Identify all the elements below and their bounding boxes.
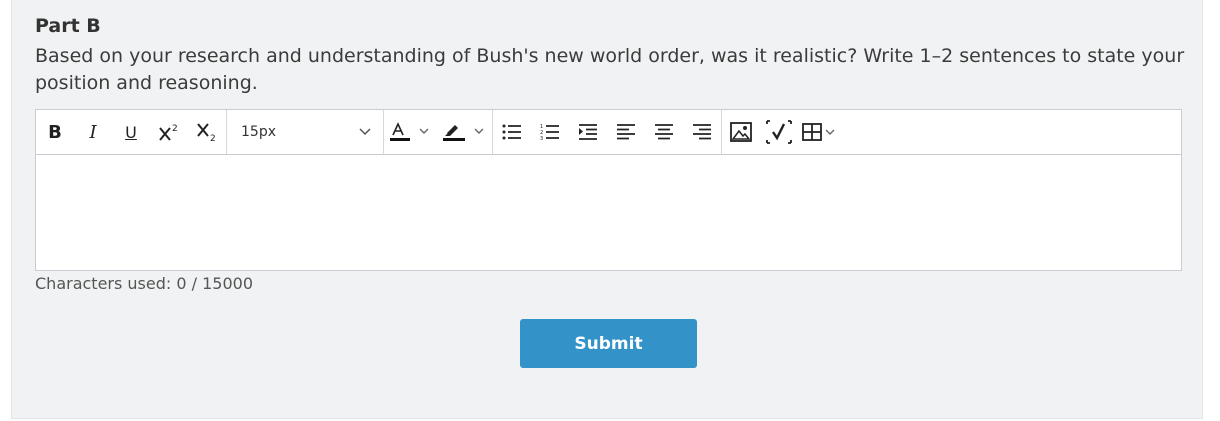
bold-icon: B bbox=[48, 121, 62, 143]
insert-table-button[interactable] bbox=[798, 110, 846, 154]
equation-icon bbox=[766, 120, 792, 144]
text-color-button[interactable] bbox=[384, 110, 436, 154]
svg-text:2: 2 bbox=[172, 124, 178, 134]
bullet-list-icon bbox=[502, 124, 521, 140]
align-right-button[interactable] bbox=[683, 110, 721, 154]
indent-button[interactable] bbox=[569, 110, 607, 154]
list-align-group: 1 2 3 bbox=[493, 110, 722, 154]
align-center-button[interactable] bbox=[645, 110, 683, 154]
part-title: Part B bbox=[35, 15, 101, 37]
highlight-button[interactable] bbox=[436, 110, 492, 154]
numbered-list-button[interactable]: 1 2 3 bbox=[531, 110, 569, 154]
table-icon bbox=[802, 123, 835, 141]
subscript-icon: 2 bbox=[197, 123, 216, 142]
align-left-button[interactable] bbox=[607, 110, 645, 154]
svg-text:3: 3 bbox=[540, 136, 543, 141]
indent-icon bbox=[579, 124, 597, 140]
rich-text-editor: B I U 2 2 15px 1 2 3 bbox=[35, 109, 1182, 271]
superscript-icon: 2 bbox=[159, 124, 178, 141]
underline-button[interactable]: U bbox=[112, 110, 150, 154]
bullet-list-button[interactable] bbox=[493, 110, 531, 154]
bold-button[interactable]: B bbox=[36, 110, 74, 154]
submit-button[interactable]: Submit bbox=[520, 319, 697, 368]
insert-image-button[interactable] bbox=[722, 110, 760, 154]
font-size-group: 15px bbox=[227, 110, 384, 154]
align-left-icon bbox=[617, 124, 635, 140]
insert-group bbox=[722, 110, 846, 154]
text-color-icon bbox=[390, 122, 429, 141]
italic-button[interactable]: I bbox=[74, 110, 112, 154]
italic-icon: I bbox=[89, 121, 97, 143]
font-size-value: 15px bbox=[241, 124, 276, 140]
chevron-down-icon bbox=[359, 128, 371, 136]
highlight-icon bbox=[443, 125, 484, 141]
align-right-icon bbox=[693, 124, 711, 140]
numbered-list-icon: 1 2 3 bbox=[540, 124, 559, 141]
format-group: B I U 2 2 bbox=[36, 110, 227, 154]
align-center-icon bbox=[655, 124, 673, 140]
editor-text-area[interactable] bbox=[36, 155, 1181, 271]
editor-toolbar: B I U 2 2 15px 1 2 3 bbox=[36, 110, 1181, 155]
font-size-select[interactable]: 15px bbox=[227, 110, 383, 154]
question-text: Based on your research and understanding… bbox=[35, 45, 1185, 94]
equation-button[interactable] bbox=[760, 110, 798, 154]
color-group bbox=[384, 110, 493, 154]
subscript-button[interactable]: 2 bbox=[188, 110, 226, 154]
svg-text:2: 2 bbox=[210, 134, 216, 142]
question-card: Part B Based on your research and unders… bbox=[11, 0, 1203, 419]
superscript-button[interactable]: 2 bbox=[150, 110, 188, 154]
image-icon bbox=[730, 122, 752, 142]
underline-icon: U bbox=[125, 122, 137, 142]
character-counter: Characters used: 0 / 15000 bbox=[35, 274, 254, 293]
